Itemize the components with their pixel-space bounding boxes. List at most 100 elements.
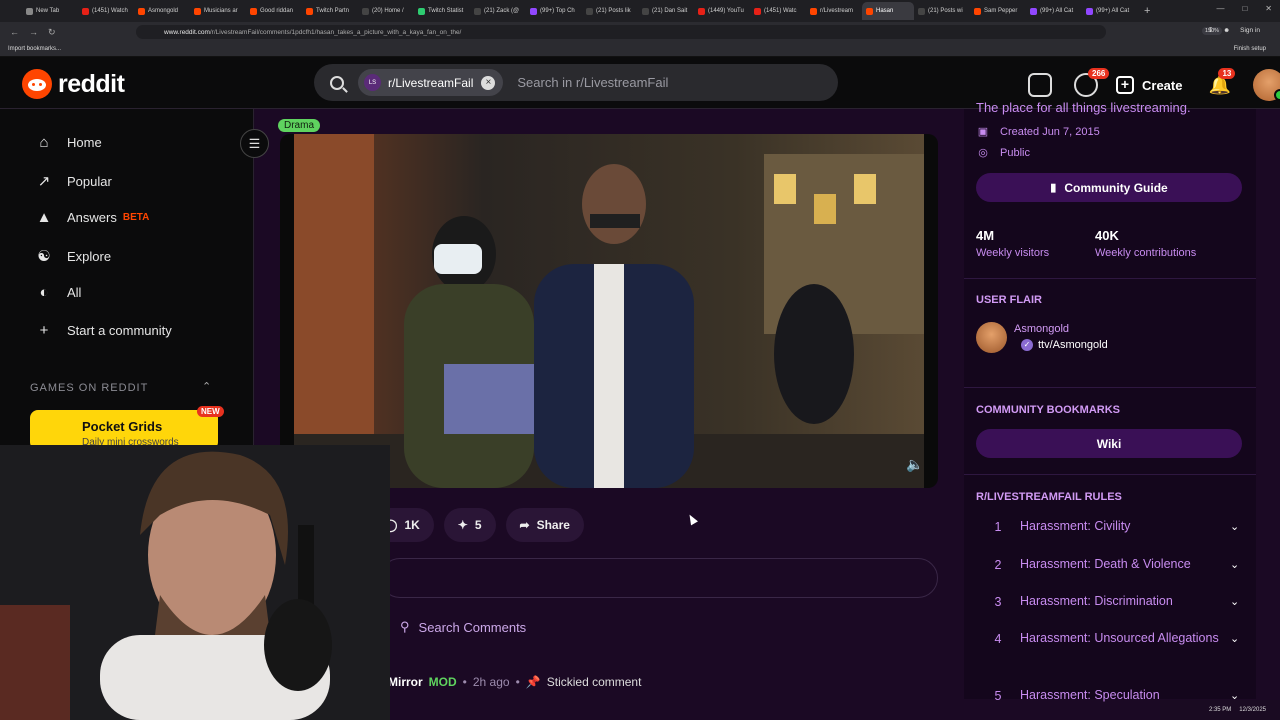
award-button[interactable]: ✦ 5	[443, 508, 496, 542]
user-flair-avatar	[976, 322, 1007, 353]
contributions-label: Weekly contributions	[1095, 247, 1197, 259]
back-icon[interactable]: ←	[10, 27, 19, 37]
url-host: www.reddit.com	[164, 28, 210, 36]
sign-in-button[interactable]: Sign in	[1240, 27, 1260, 34]
sidebar-item-popular[interactable]: ↗ Popular	[34, 172, 112, 190]
browser-tab[interactable]: New Tab	[22, 2, 78, 20]
search-bar[interactable]: LS r/LivestreamFail × Search in r/Livest…	[314, 64, 838, 101]
chevron-up-icon[interactable]: ⌃	[202, 380, 211, 393]
snoo-icon	[22, 69, 52, 99]
close-icon[interactable]: ✕	[1265, 4, 1272, 13]
browser-tab[interactable]: (21) Dan Sait	[638, 2, 694, 20]
browser-tab[interactable]: (20) Home /	[358, 2, 414, 20]
collapse-sidebar-button[interactable]: ☰	[240, 129, 269, 158]
community-guide-button[interactable]: ▮ Community Guide	[976, 173, 1242, 202]
search-input[interactable]: Search in r/LivestreamFail	[517, 75, 668, 90]
user-flair-name[interactable]: Asmongold	[1014, 323, 1069, 335]
share-button[interactable]: ➦ Share	[505, 508, 584, 542]
post-flair[interactable]: Drama	[278, 119, 321, 132]
finish-setup-link[interactable]: Finish setup	[1234, 46, 1266, 52]
comment-header: Mirror MOD • 2h ago • 📌 Stickied comment	[388, 675, 641, 689]
tab-label: (1449) YouTu	[708, 8, 744, 14]
browser-tab[interactable]: (21) Zack (@	[470, 2, 526, 20]
browser-tab[interactable]: (99+) Top Ch	[526, 2, 582, 20]
create-button[interactable]: + Create	[1116, 76, 1182, 94]
clock-date: 12/3/2025	[1239, 707, 1266, 713]
mod-badge: MOD	[428, 675, 457, 689]
stickied-label: Stickied comment	[546, 675, 642, 689]
browser-tab[interactable]: r/Livestream	[806, 2, 862, 20]
reddit-logo[interactable]: reddit	[22, 69, 125, 99]
tab-label: (21) Dan Sait	[652, 8, 688, 14]
browser-tab[interactable]: (21) Posts wi	[914, 2, 970, 20]
chat-icon[interactable]: 266	[1074, 68, 1110, 97]
guide-label: Community Guide	[1064, 180, 1168, 195]
tab-label: (99+) All Cat	[1040, 8, 1074, 14]
sidebar-item-start-community[interactable]: + Start a community	[34, 322, 172, 339]
browser-tab[interactable]: (1451) Watch	[78, 2, 134, 20]
browser-tab[interactable]: Asmongold	[134, 2, 190, 20]
browser-tab[interactable]: Hasan	[862, 2, 914, 20]
browser-tab[interactable]: Twitch Statist	[414, 2, 470, 20]
profile-icon[interactable]: ☻	[1223, 27, 1230, 34]
rule-text: Harassment: Discrimination	[1020, 594, 1173, 608]
advertise-icon[interactable]	[1028, 73, 1052, 97]
sidebar-item-home[interactable]: ⌂ Home	[34, 134, 102, 151]
webcam-overlay	[0, 445, 390, 720]
rule-item[interactable]: 1 Harassment: Civility ⌄	[976, 517, 1242, 536]
notifications-icon[interactable]: 🔔 13	[1208, 67, 1236, 96]
url-field[interactable]: www.reddit.com/r/LivestreamFail/comments…	[136, 25, 1223, 39]
all-icon: ◐	[39, 284, 49, 301]
header-actions: 266 + Create 🔔 13	[1028, 67, 1280, 101]
wiki-button[interactable]: Wiki	[976, 429, 1242, 458]
chevron-down-icon[interactable]: ⌄	[1230, 632, 1242, 645]
browser-tab[interactable]: Musicians ar	[190, 2, 246, 20]
forward-icon[interactable]: →	[29, 27, 38, 37]
browser-tab[interactable]: (99+) All Cat	[1082, 2, 1138, 20]
sidebar-item-all[interactable]: ◐ All	[34, 284, 81, 301]
sidebar-item-explore[interactable]: ☯ Explore	[34, 247, 111, 265]
rule-item[interactable]: 4 Harassment: Unsourced Allegations ⌄	[976, 629, 1242, 648]
post-video[interactable]: 🔈	[280, 134, 938, 488]
add-comment-input[interactable]	[380, 558, 938, 598]
browser-tab[interactable]: (1449) YouTu	[694, 2, 750, 20]
reload-icon[interactable]: ↻	[48, 27, 56, 38]
rule-item[interactable]: 2 Harassment: Death & Violence ⌄	[976, 555, 1242, 574]
rule-item[interactable]: 3 Harassment: Discrimination ⌄	[976, 592, 1242, 611]
comment-author[interactable]: Mirror	[388, 675, 423, 689]
browser-tab[interactable]: Sam Pepper	[970, 2, 1026, 20]
user-flair-badge[interactable]: ✓ ttv/Asmongold	[1021, 339, 1108, 351]
maximize-icon[interactable]: □	[1242, 4, 1247, 13]
download-icon[interactable]: ↧	[1208, 26, 1213, 34]
sidebar-item-label: Home	[67, 135, 102, 150]
chevron-down-icon[interactable]: ⌄	[1230, 558, 1242, 571]
check-icon: ✓	[1021, 339, 1033, 351]
clock-time: 2:35 PM	[1208, 707, 1232, 713]
chevron-down-icon[interactable]: ⌄	[1230, 520, 1242, 533]
browser-tab[interactable]: Twitch Partn	[302, 2, 358, 20]
sidebar-item-answers[interactable]: ▲ Answers BETA	[34, 209, 150, 226]
tab-favicon-icon	[194, 7, 201, 15]
minimize-icon[interactable]: —	[1216, 4, 1224, 13]
tab-favicon-icon	[810, 7, 817, 15]
new-tab-button[interactable]: +	[1144, 5, 1150, 17]
user-flair-text: ttv/Asmongold	[1038, 339, 1108, 351]
user-avatar[interactable]	[1252, 69, 1280, 101]
rule-text: Harassment: Death & Violence	[1020, 557, 1191, 571]
community-search-chip[interactable]: LS r/LivestreamFail ×	[358, 69, 504, 96]
pocket-grids-card[interactable]: Pocket Grids Daily mini crosswords	[30, 410, 218, 450]
clear-chip-icon[interactable]: ×	[481, 75, 496, 90]
browser-tab[interactable]: (1451) Watc	[750, 2, 806, 20]
tab-favicon-icon	[138, 7, 145, 15]
sidebar-item-label: Answers	[67, 210, 117, 225]
search-comments-button[interactable]: ⚲ Search Comments	[400, 619, 526, 635]
import-bookmarks-link[interactable]: Import bookmarks...	[8, 46, 61, 52]
volume-icon[interactable]: 🔈	[906, 456, 923, 473]
tab-label: (20) Home /	[372, 8, 404, 14]
browser-tab[interactable]: (99+) All Cat	[1026, 2, 1082, 20]
browser-tab[interactable]: Good riddan	[246, 2, 302, 20]
community-description: The place for all things livestreaming.	[976, 100, 1191, 115]
separator-dot: •	[515, 675, 520, 689]
browser-tab[interactable]: (21) Posts lik	[582, 2, 638, 20]
chevron-down-icon[interactable]: ⌄	[1230, 595, 1242, 608]
